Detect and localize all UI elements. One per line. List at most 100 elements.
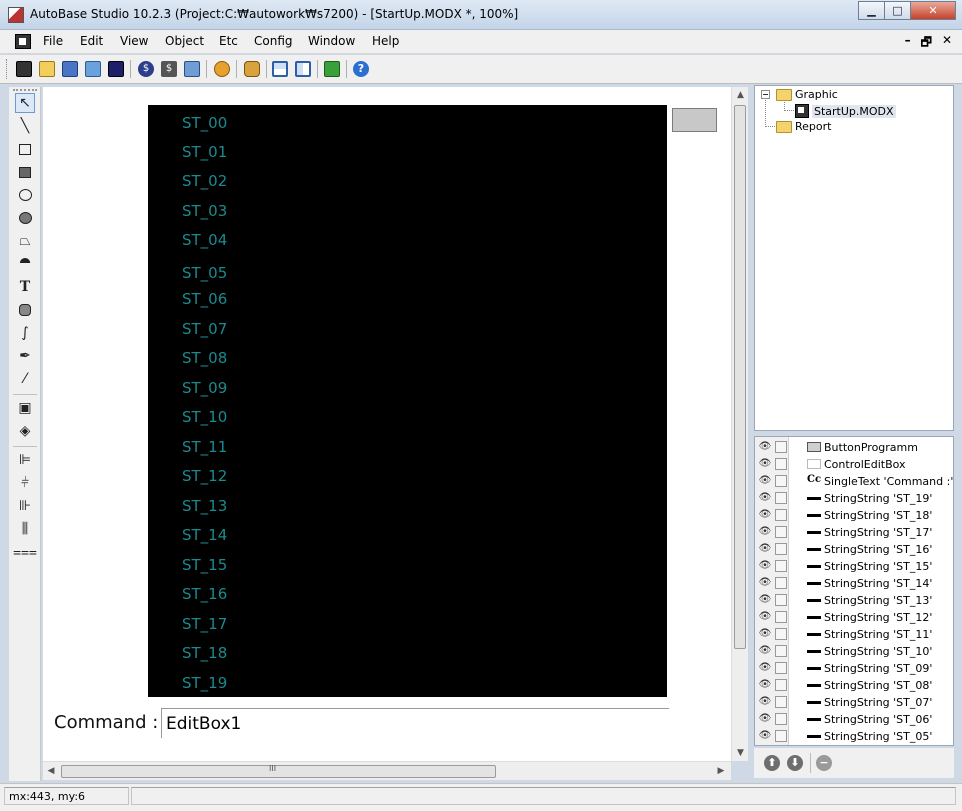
st-label-19[interactable]: ST_19 xyxy=(182,674,227,692)
filled-rectangle-icon[interactable] xyxy=(15,162,35,182)
visibility-eye-icon[interactable]: 👁 xyxy=(758,645,772,657)
lock-checkbox[interactable] xyxy=(775,696,787,708)
help-icon[interactable]: ? xyxy=(351,59,371,79)
dollar-icon[interactable]: $ xyxy=(136,59,156,79)
lock-checkbox[interactable] xyxy=(775,594,787,606)
filled-polygon-icon[interactable]: ⯊ xyxy=(15,254,35,274)
gray-program-button[interactable] xyxy=(672,108,717,132)
distribute-horizontal-icon[interactable]: ⫼ xyxy=(15,519,35,539)
lock-checkbox[interactable] xyxy=(775,458,787,470)
st-label-00[interactable]: ST_00 xyxy=(182,114,227,132)
layer-row[interactable]: 👁 StringString 'ST_07' xyxy=(755,694,953,711)
visibility-eye-icon[interactable]: 👁 xyxy=(758,509,772,521)
mdi-close-button[interactable]: ✕ xyxy=(942,33,952,54)
layer-row[interactable]: 👁 StringString 'ST_17' xyxy=(755,524,953,541)
layer-row[interactable]: 👁 StringString 'ST_05' xyxy=(755,728,953,745)
align-center-icon[interactable]: ⫩ xyxy=(15,473,35,493)
visibility-eye-icon[interactable]: 👁 xyxy=(758,441,772,453)
object-settings-icon[interactable] xyxy=(242,59,262,79)
st-label-11[interactable]: ST_11 xyxy=(182,438,227,456)
save-all-icon[interactable] xyxy=(60,59,80,79)
visibility-eye-icon[interactable]: 👁 xyxy=(758,560,772,572)
group-icon[interactable]: ▣ xyxy=(15,398,35,418)
st-label-17[interactable]: ST_17 xyxy=(182,615,227,633)
lock-checkbox[interactable] xyxy=(775,662,787,674)
properties-icon[interactable] xyxy=(182,59,202,79)
filled-ellipse-icon[interactable] xyxy=(15,208,35,228)
open-icon[interactable] xyxy=(83,59,103,79)
st-label-05[interactable]: ST_05 xyxy=(182,264,227,282)
visibility-eye-icon[interactable]: 👁 xyxy=(758,662,772,674)
st-label-10[interactable]: ST_10 xyxy=(182,408,227,426)
text-tool-icon[interactable]: T xyxy=(15,277,35,297)
rectangle-icon[interactable] xyxy=(15,139,35,159)
st-label-13[interactable]: ST_13 xyxy=(182,497,227,515)
layer-row[interactable]: 👁 StringString 'ST_12' xyxy=(755,609,953,626)
ellipse-icon[interactable] xyxy=(15,185,35,205)
st-label-04[interactable]: ST_04 xyxy=(182,231,227,249)
st-label-06[interactable]: ST_06 xyxy=(182,290,227,308)
dollar-dark-icon[interactable]: $ xyxy=(159,59,179,79)
visibility-eye-icon[interactable]: 👁 xyxy=(758,594,772,606)
eyedropper-icon[interactable]: ⁄ xyxy=(15,369,35,389)
select-arrow-icon[interactable]: ↖ xyxy=(15,93,35,113)
vertical-scroll-thumb[interactable] xyxy=(734,105,746,649)
visibility-eye-icon[interactable]: 👁 xyxy=(758,458,772,470)
move-up-icon[interactable]: ⬆ xyxy=(764,755,780,771)
visibility-eye-icon[interactable]: 👁 xyxy=(758,475,772,487)
menu-object[interactable]: Object xyxy=(165,34,204,48)
align-right-icon[interactable]: ⊪ xyxy=(15,496,35,516)
scroll-right-arrow-icon[interactable]: ▶ xyxy=(713,763,729,779)
st-label-09[interactable]: ST_09 xyxy=(182,379,227,397)
st-label-08[interactable]: ST_08 xyxy=(182,349,227,367)
command-label[interactable]: Command : xyxy=(54,712,158,733)
lock-checkbox[interactable] xyxy=(775,560,787,572)
lock-checkbox[interactable] xyxy=(775,611,787,623)
lock-checkbox[interactable] xyxy=(775,679,787,691)
minimize-button[interactable]: ▁ xyxy=(858,1,885,20)
layer-row[interactable]: 👁 StringString 'ST_14' xyxy=(755,575,953,592)
menu-file[interactable]: File xyxy=(43,34,63,48)
menu-config[interactable]: Config xyxy=(254,34,293,48)
layer-row[interactable]: 👁 StringString 'ST_06' xyxy=(755,711,953,728)
toolbar-grip[interactable] xyxy=(6,59,9,79)
distribute-vertical-icon[interactable]: ⩶ xyxy=(13,542,37,562)
mdi-restore-button[interactable]: 🗗 xyxy=(921,33,932,54)
lock-checkbox[interactable] xyxy=(775,475,787,487)
lock-checkbox[interactable] xyxy=(775,730,787,742)
st-label-14[interactable]: ST_14 xyxy=(182,526,227,544)
visibility-eye-icon[interactable]: 👁 xyxy=(758,679,772,691)
drawing-canvas[interactable]: ST_00 ST_01 ST_02 ST_03 ST_04 ST_05 ST_0… xyxy=(43,87,731,761)
visibility-eye-icon[interactable]: 👁 xyxy=(758,713,772,725)
mdi-minimize-button[interactable]: – xyxy=(905,33,911,54)
maximize-button[interactable]: □ xyxy=(884,1,911,20)
layer-row[interactable]: 👁 StringString 'ST_15' xyxy=(755,558,953,575)
st-label-02[interactable]: ST_02 xyxy=(182,172,227,190)
st-label-16[interactable]: ST_16 xyxy=(182,585,227,603)
curve-icon[interactable]: ∫ xyxy=(15,323,35,343)
close-button[interactable]: ✕ xyxy=(910,1,956,20)
layout-vertical-icon[interactable] xyxy=(293,59,313,79)
lock-checkbox[interactable] xyxy=(775,543,787,555)
visibility-eye-icon[interactable]: 👁 xyxy=(758,492,772,504)
menu-window[interactable]: Window xyxy=(308,34,355,48)
layer-row[interactable]: 👁 StringString 'ST_09' xyxy=(755,660,953,677)
layer-row[interactable]: 👁 StringString 'ST_13' xyxy=(755,592,953,609)
layer-row[interactable]: 👁 StringString 'ST_08' xyxy=(755,677,953,694)
save-icon[interactable] xyxy=(106,59,126,79)
open-folder-icon[interactable] xyxy=(37,59,57,79)
tree-node-startup[interactable]: StartUp.MODX xyxy=(795,104,896,118)
new-document-icon[interactable] xyxy=(14,59,34,79)
scroll-up-arrow-icon[interactable]: ▲ xyxy=(732,87,749,103)
menu-edit[interactable]: Edit xyxy=(80,34,103,48)
st-label-01[interactable]: ST_01 xyxy=(182,143,227,161)
ungroup-icon[interactable]: ◈ xyxy=(15,421,35,441)
st-label-03[interactable]: ST_03 xyxy=(182,202,227,220)
layer-row[interactable]: 👁 StringString 'ST_19' xyxy=(755,490,953,507)
rounded-rect-icon[interactable] xyxy=(15,300,35,320)
visibility-eye-icon[interactable]: 👁 xyxy=(758,730,772,742)
black-panel[interactable]: ST_00 ST_01 ST_02 ST_03 ST_04 ST_05 ST_0… xyxy=(148,105,667,697)
scroll-down-arrow-icon[interactable]: ▼ xyxy=(732,745,749,761)
lock-checkbox[interactable] xyxy=(775,526,787,538)
tree-node-graphic[interactable]: Graphic xyxy=(776,88,838,101)
